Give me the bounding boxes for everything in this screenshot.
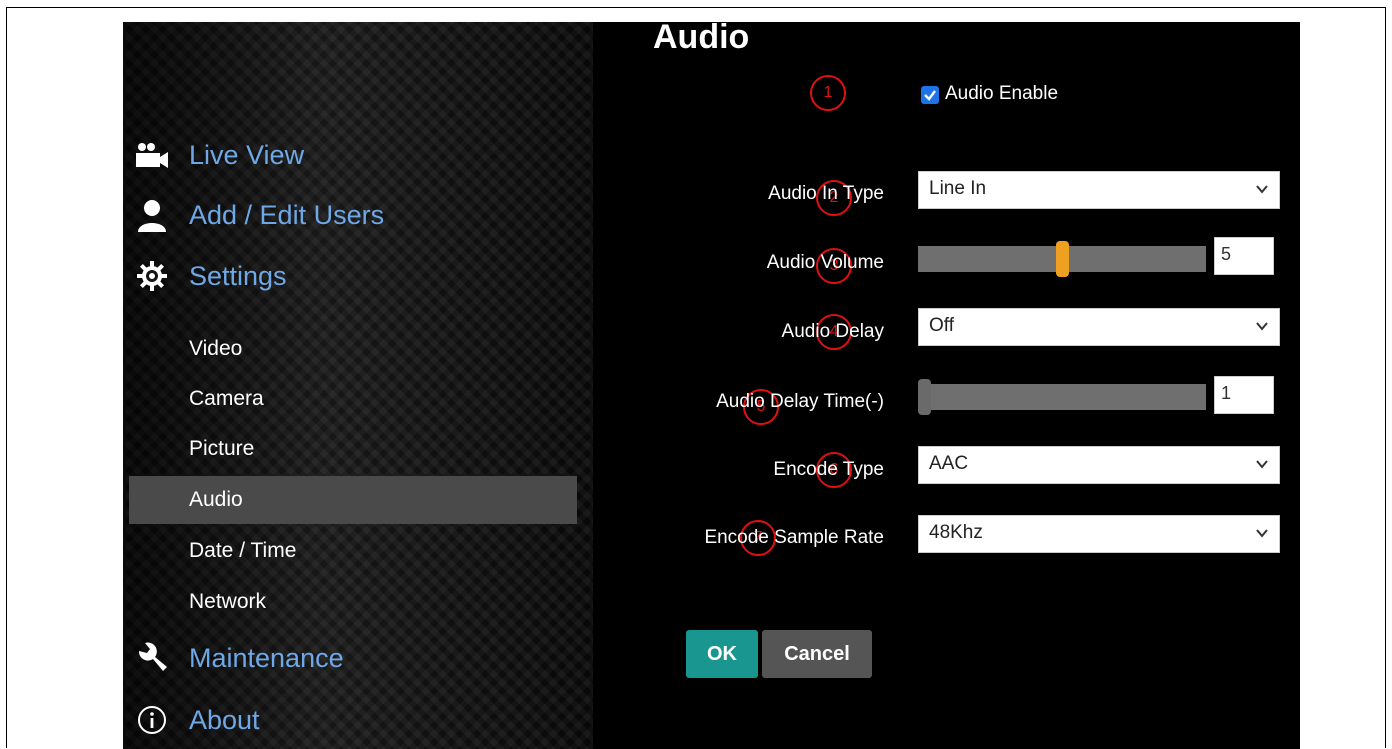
sidebar-item-network[interactable]: Network bbox=[129, 578, 577, 626]
nav-label: Settings bbox=[189, 260, 287, 291]
sidebar-item-label: Audio bbox=[189, 488, 243, 511]
audio-volume-label: Audio Volume bbox=[766, 252, 884, 273]
audio-enable-label: Audio Enable bbox=[945, 83, 1059, 104]
sidebar-item-audio[interactable]: Audio bbox=[129, 476, 577, 524]
sidebar-item-label: Video bbox=[189, 337, 243, 360]
nav-about[interactable]: About bbox=[133, 700, 260, 740]
nav-label: Live View bbox=[189, 139, 305, 170]
sidebar-item-label: Network bbox=[189, 590, 267, 613]
nav-live-view[interactable]: Live View bbox=[133, 135, 304, 175]
audio-volume-slider-thumb[interactable] bbox=[1055, 241, 1069, 277]
select-value: Line In bbox=[929, 178, 987, 199]
audio-volume-input[interactable]: 5 bbox=[1214, 237, 1274, 275]
audio-delay-time-input[interactable]: 1 bbox=[1214, 376, 1274, 414]
sidebar-item-camera[interactable]: Camera bbox=[129, 375, 577, 423]
nav-add-edit-users[interactable]: Add / Edit Users bbox=[133, 195, 384, 235]
page-title: Audio bbox=[653, 22, 750, 56]
wrench-icon bbox=[133, 639, 171, 677]
nav-settings[interactable]: Settings bbox=[133, 256, 287, 296]
settings-panel: Audio 1 Audio Enable 2 Audio In Type Lin… bbox=[593, 22, 1300, 749]
sidebar-item-picture[interactable]: Picture bbox=[129, 425, 577, 473]
audio-enable-checkbox[interactable] bbox=[921, 86, 939, 104]
chevron-down-icon bbox=[1256, 322, 1268, 331]
ok-button[interactable]: OK bbox=[686, 630, 758, 678]
encode-type-label: Encode Type bbox=[773, 459, 884, 480]
nav-maintenance[interactable]: Maintenance bbox=[133, 638, 344, 678]
nav-label: About bbox=[189, 704, 260, 735]
select-value: AAC bbox=[929, 453, 969, 474]
chevron-down-icon bbox=[1256, 529, 1268, 538]
camera-web-ui: Live View Add / Edit Users Settings Vide… bbox=[123, 22, 1300, 749]
encode-sample-rate-select[interactable]: 48Khz bbox=[918, 515, 1280, 553]
audio-in-type-select[interactable]: Line In bbox=[918, 171, 1280, 209]
annotation-marker-1: 1 bbox=[810, 75, 846, 111]
audio-delay-select[interactable]: Off bbox=[918, 308, 1280, 346]
audio-in-type-label: Audio In Type bbox=[768, 183, 884, 204]
video-camera-icon bbox=[133, 136, 171, 174]
encode-sample-rate-label: Encode Sample Rate bbox=[704, 527, 884, 548]
select-value: Off bbox=[929, 315, 954, 336]
nav-label: Maintenance bbox=[189, 642, 344, 673]
info-icon bbox=[133, 701, 171, 739]
chevron-down-icon bbox=[1256, 460, 1268, 469]
select-value: 48Khz bbox=[929, 522, 983, 543]
encode-type-select[interactable]: AAC bbox=[918, 446, 1280, 484]
chevron-down-icon bbox=[1256, 185, 1268, 194]
sidebar-item-label: Date / Time bbox=[189, 539, 297, 562]
audio-delay-time-slider-thumb[interactable] bbox=[918, 379, 931, 415]
nav-label: Add / Edit Users bbox=[189, 199, 385, 230]
audio-delay-label: Audio Delay bbox=[781, 321, 884, 342]
sidebar: Live View Add / Edit Users Settings Vide… bbox=[123, 22, 593, 749]
cancel-button[interactable]: Cancel bbox=[762, 630, 872, 678]
sidebar-item-video[interactable]: Video bbox=[129, 325, 577, 373]
sidebar-item-date-time[interactable]: Date / Time bbox=[129, 527, 577, 575]
audio-delay-time-label: Audio Delay Time(-) bbox=[716, 391, 884, 412]
user-icon bbox=[133, 196, 171, 234]
gear-icon bbox=[133, 257, 171, 295]
sidebar-item-label: Camera bbox=[189, 387, 264, 410]
audio-delay-time-slider[interactable] bbox=[918, 384, 1206, 410]
check-icon bbox=[924, 90, 936, 101]
sidebar-item-label: Picture bbox=[189, 437, 255, 460]
